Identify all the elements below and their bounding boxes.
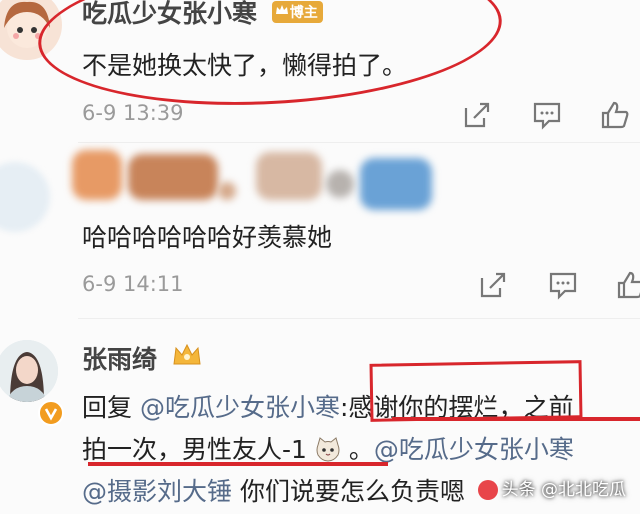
comment-icon: [533, 102, 561, 130]
comment-icon: [549, 272, 577, 300]
like-icon: [601, 101, 629, 129]
avatar[interactable]: [0, 162, 50, 232]
share-icon: [464, 102, 490, 128]
annotation-underline: [88, 462, 388, 466]
timestamp: 6-9 13:39: [82, 101, 184, 125]
comment-button[interactable]: [532, 100, 562, 130]
like-icon: [617, 271, 640, 299]
crown-icon: [173, 343, 201, 365]
crown-badge: [172, 342, 202, 374]
cat-emoji-icon: [315, 436, 341, 462]
avatar[interactable]: [0, 340, 58, 402]
divider: [78, 318, 640, 319]
like-button[interactable]: [616, 270, 640, 300]
mention-link[interactable]: @吃瓜少女张小寒: [374, 435, 574, 464]
username[interactable]: 张雨绮: [82, 340, 202, 377]
watermark: 头条 @北北吃瓜: [477, 475, 626, 500]
timestamp: 6-9 14:11: [82, 272, 184, 296]
verified-icon: [38, 400, 64, 426]
annotation-box: [369, 360, 583, 422]
comment-text-line-3: @摄影刘大锤 你们说要怎么负责嗯: [82, 477, 465, 506]
share-icon: [480, 272, 506, 298]
share-button[interactable]: [478, 270, 508, 300]
comment-text-line-2: 拍一次，男性友人-1 。@吃瓜少女张小寒: [82, 435, 574, 464]
mention-link[interactable]: @吃瓜少女张小寒: [140, 393, 340, 422]
annotation-ellipse: [34, 0, 506, 117]
divider: [78, 142, 640, 143]
portrait-avatar-icon: [0, 340, 58, 402]
toutiao-logo-icon: [477, 480, 498, 500]
share-button[interactable]: [462, 100, 492, 130]
comment-text: 哈哈哈哈哈哈好羡慕她: [82, 223, 333, 252]
like-button[interactable]: [600, 100, 630, 130]
comment-button[interactable]: [548, 270, 578, 300]
annotation-underline: [392, 417, 640, 421]
mention-link[interactable]: @摄影刘大锤: [82, 477, 232, 506]
